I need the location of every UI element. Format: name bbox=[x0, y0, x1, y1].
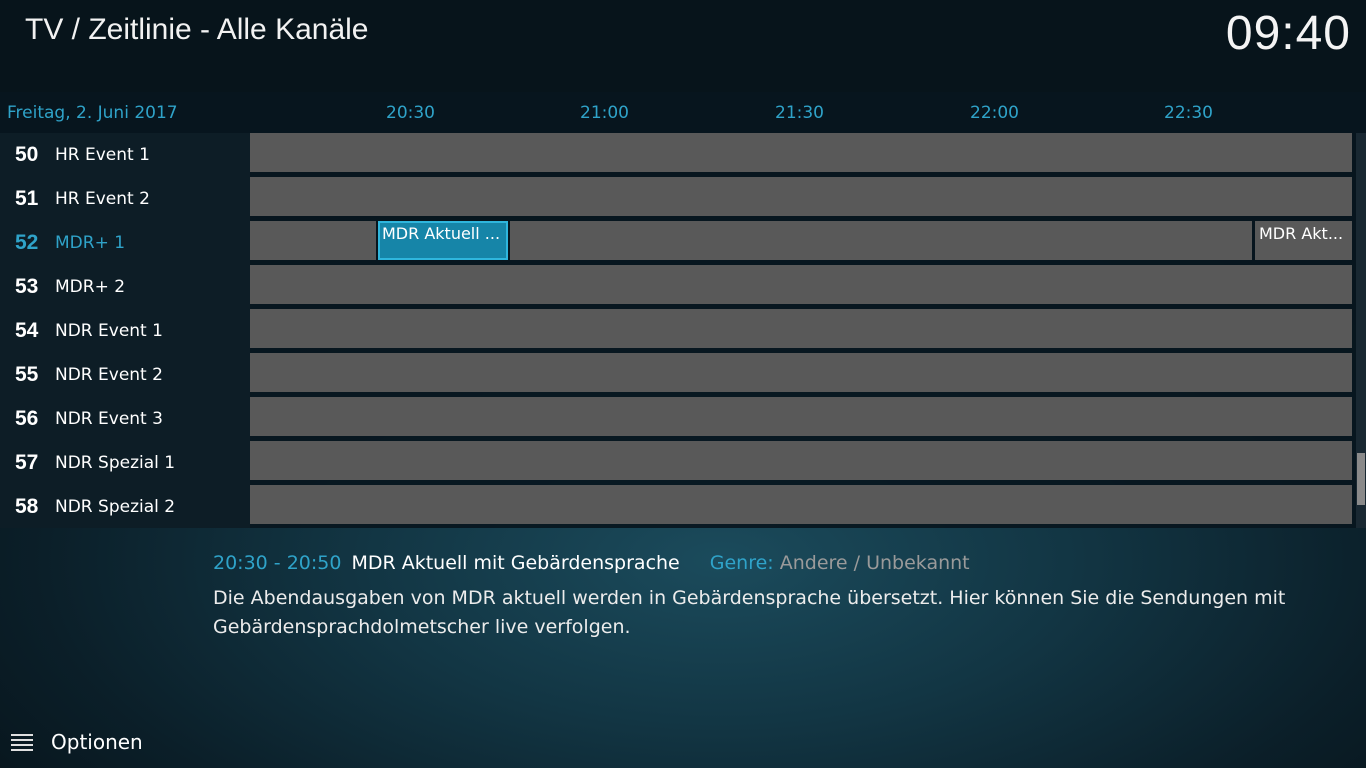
program-time: 20:30 - 20:50 bbox=[213, 552, 342, 574]
program-row-55 bbox=[250, 353, 1352, 392]
time-label-2200: 22:00 bbox=[970, 103, 1019, 123]
channel-row-selected[interactable]: 52 MDR+ 1 bbox=[0, 221, 250, 265]
channel-row[interactable]: 57 NDR Spezial 1 bbox=[0, 441, 250, 485]
genre-value: Andere / Unbekannt bbox=[779, 552, 970, 574]
channel-name: NDR Event 2 bbox=[55, 365, 163, 385]
options-button[interactable]: Optionen bbox=[0, 716, 320, 768]
channel-number: 50 bbox=[15, 143, 39, 166]
channel-row[interactable]: 56 NDR Event 3 bbox=[0, 397, 250, 441]
program-block[interactable] bbox=[250, 353, 1352, 392]
program-block[interactable]: MDR Akt... bbox=[1255, 221, 1352, 260]
channel-row[interactable]: 50 HR Event 1 bbox=[0, 133, 250, 177]
channel-row[interactable]: 53 MDR+ 2 bbox=[0, 265, 250, 309]
genre-label: Genre: bbox=[709, 552, 774, 574]
program-title: MDR Akt... bbox=[1259, 224, 1344, 243]
program-row-53 bbox=[250, 265, 1352, 304]
channel-number: 57 bbox=[15, 451, 39, 474]
page-title: TV / Zeitlinie - Alle Kanäle bbox=[25, 13, 369, 46]
program-description: Die Abendausgaben von MDR aktuell werden… bbox=[213, 587, 1286, 638]
channel-number: 51 bbox=[15, 187, 39, 210]
program-block[interactable] bbox=[250, 309, 1352, 348]
channel-number: 52 bbox=[15, 231, 39, 254]
program-row-51 bbox=[250, 177, 1352, 216]
program-block[interactable] bbox=[250, 485, 1352, 524]
program-block[interactable] bbox=[250, 441, 1352, 480]
program-block[interactable] bbox=[250, 221, 376, 260]
program-info-header: 20:30 - 20:50 MDR Aktuell mit Gebärdenspr… bbox=[213, 550, 970, 576]
channel-row[interactable]: 55 NDR Event 2 bbox=[0, 353, 250, 397]
program-row-50 bbox=[250, 133, 1352, 172]
scrollbar[interactable] bbox=[1356, 133, 1366, 528]
channel-name: NDR Spezial 2 bbox=[55, 497, 176, 517]
channel-name: HR Event 1 bbox=[55, 145, 150, 165]
scrollbar-thumb[interactable] bbox=[1357, 453, 1365, 505]
channel-number: 56 bbox=[15, 407, 39, 430]
program-block[interactable] bbox=[250, 177, 1352, 216]
channel-name: NDR Spezial 1 bbox=[55, 453, 176, 473]
program-row-58 bbox=[250, 485, 1352, 524]
menu-icon bbox=[11, 733, 33, 751]
channel-list: 50 HR Event 1 51 HR Event 2 52 MDR+ 1 53… bbox=[0, 133, 250, 528]
options-label: Optionen bbox=[51, 730, 143, 754]
time-label-2230: 22:30 bbox=[1164, 103, 1213, 123]
channel-name: HR Event 2 bbox=[55, 189, 150, 209]
program-title: MDR Aktuell ... bbox=[382, 224, 501, 243]
channel-name: MDR+ 2 bbox=[55, 277, 126, 297]
channel-row[interactable]: 58 NDR Spezial 2 bbox=[0, 485, 250, 529]
program-row-56 bbox=[250, 397, 1352, 436]
program-block[interactable] bbox=[510, 221, 1252, 260]
channel-name: NDR Event 1 bbox=[55, 321, 163, 341]
program-block[interactable] bbox=[250, 265, 1352, 304]
program-block[interactable] bbox=[250, 397, 1352, 436]
channel-number: 58 bbox=[15, 495, 39, 518]
time-label-2130: 21:30 bbox=[775, 103, 824, 123]
tv-guide-window: TV / Zeitlinie - Alle Kanäle 09:40 Freit… bbox=[0, 0, 1366, 768]
program-row-54 bbox=[250, 309, 1352, 348]
program-row-57 bbox=[250, 441, 1352, 480]
time-label-2030: 20:30 bbox=[386, 103, 435, 123]
program-info-title: MDR Aktuell mit Gebärdensprache bbox=[351, 552, 680, 574]
epg-grid: Freitag, 2. Juni 2017 20:30 21:00 21:30 … bbox=[0, 92, 1366, 528]
timeline-date: Freitag, 2. Juni 2017 bbox=[7, 103, 178, 123]
program-block-focused[interactable]: MDR Aktuell ... bbox=[378, 221, 508, 260]
channel-name: MDR+ 1 bbox=[55, 233, 126, 253]
program-block[interactable] bbox=[250, 133, 1352, 172]
clock: 09:40 bbox=[1225, 7, 1351, 60]
channel-number: 55 bbox=[15, 363, 39, 386]
channel-row[interactable]: 54 NDR Event 1 bbox=[0, 309, 250, 353]
channel-number: 53 bbox=[15, 275, 39, 298]
program-row-52: MDR Aktuell ... MDR Akt... bbox=[250, 221, 1352, 260]
channel-number: 54 bbox=[15, 319, 39, 342]
time-label-2100: 21:00 bbox=[580, 103, 629, 123]
channel-name: NDR Event 3 bbox=[55, 409, 163, 429]
channel-row[interactable]: 51 HR Event 2 bbox=[0, 177, 250, 221]
